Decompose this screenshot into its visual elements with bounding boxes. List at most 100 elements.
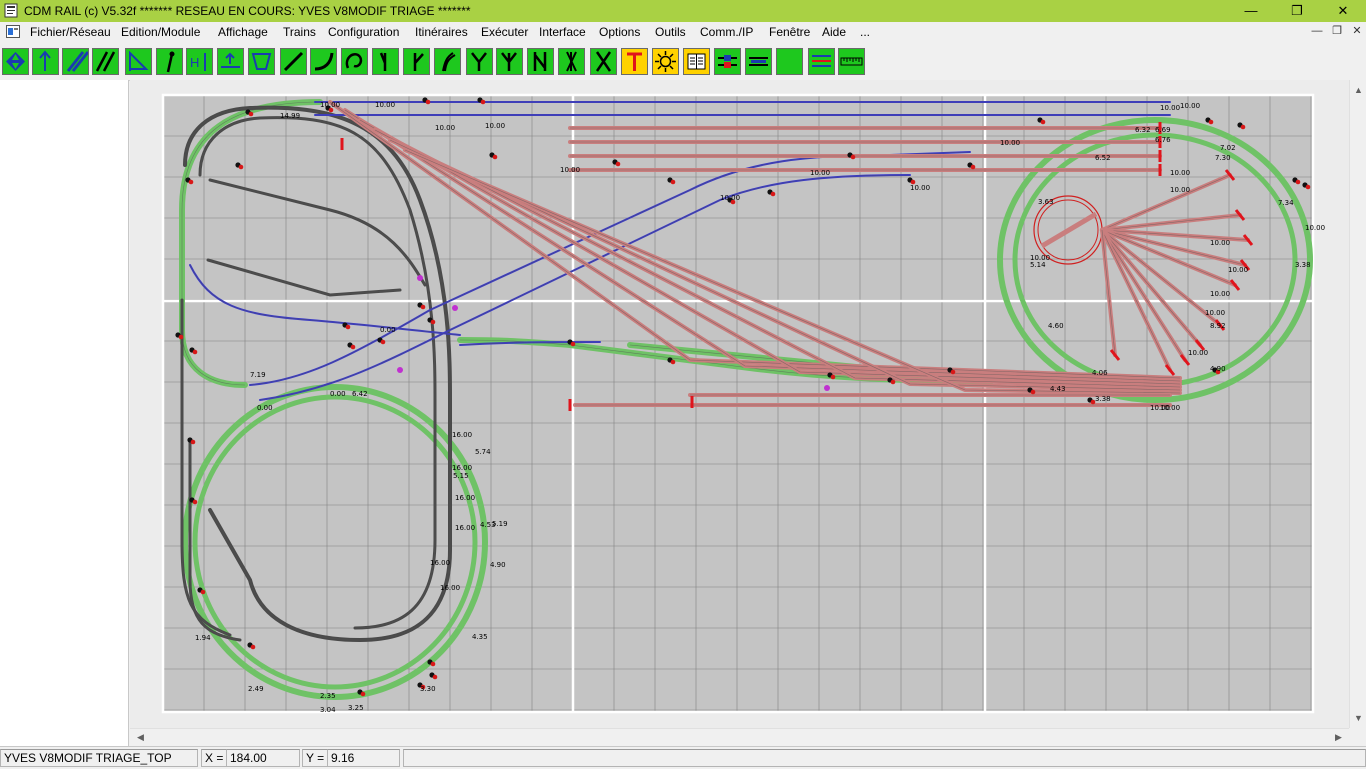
turnout-left-tool-button[interactable]: [372, 48, 399, 75]
track-end-tool-button[interactable]: [621, 48, 648, 75]
straight-track-tool-button[interactable]: [280, 48, 307, 75]
menu-more[interactable]: ...: [860, 25, 870, 39]
document-icon[interactable]: [6, 25, 20, 38]
book-icon: [687, 53, 706, 70]
zoom-diamond-tool-button[interactable]: [2, 48, 29, 75]
distance-label: 10.00: [435, 124, 455, 132]
menu-options[interactable]: Options: [599, 25, 640, 39]
mdi-close-button[interactable]: ✕: [1346, 23, 1366, 40]
menu-comm-ip[interactable]: Comm./IP: [700, 25, 753, 39]
signal-light: [178, 334, 184, 340]
scroll-right-arrow-icon[interactable]: ▶: [1330, 729, 1347, 746]
status-bar: YVES V8MODIF TRIAGE_TOP X = 184.00 Y = 9…: [0, 746, 1366, 769]
menu-affichage[interactable]: Affichage: [218, 25, 268, 39]
distance-label: 4.90: [1210, 365, 1226, 373]
track-layout-canvas[interactable]: 14.9910.00 10.0010.00 10.0010.0010.0010.00…: [130, 80, 1349, 728]
menu-itineraires[interactable]: Itinéraires: [415, 25, 468, 39]
horizontal-scrollbar[interactable]: ◀ ▶: [130, 728, 1349, 746]
track-end-icon: [627, 52, 642, 71]
sensor-tool-button[interactable]: [714, 48, 741, 75]
signal-light: [248, 111, 254, 117]
loop-track-tool-button[interactable]: [341, 48, 368, 75]
scroll-down-arrow-icon[interactable]: ▼: [1350, 710, 1366, 727]
status-empty-panel: [403, 749, 1366, 767]
straight-track-icon: [283, 51, 304, 72]
distance-label: 3.63: [1038, 198, 1054, 206]
distance-label: 10.00: [1228, 266, 1248, 274]
menu-edition[interactable]: Edition/Module: [121, 25, 200, 39]
minimize-button[interactable]: —: [1228, 0, 1274, 22]
menu-trains[interactable]: Trains: [283, 25, 316, 39]
vertical-scrollbar[interactable]: ▲ ▼: [1349, 80, 1366, 728]
curve-track-tool-button[interactable]: [310, 48, 337, 75]
height-tool-tool-button[interactable]: H: [186, 48, 213, 75]
distance-label: 3.38: [1095, 395, 1111, 403]
pen-tool-tool-button[interactable]: [62, 48, 89, 75]
turntable-tool-button[interactable]: [248, 48, 275, 75]
magenta-marker: [397, 367, 403, 373]
signal-light: [238, 164, 244, 170]
signal-light: [850, 154, 856, 160]
distance-label: 10.00: [1170, 169, 1190, 177]
mdi-minimize-button[interactable]: —: [1306, 23, 1328, 40]
angle-tool-icon: [129, 50, 149, 71]
curved-turnout-tool-button[interactable]: [434, 48, 461, 75]
turnout-left-icon: [379, 52, 387, 71]
pointer-person-tool-button[interactable]: [32, 48, 59, 75]
x-crossing-tool-button[interactable]: [590, 48, 617, 75]
menu-executer[interactable]: Exécuter: [481, 25, 528, 39]
distance-label: 6.32: [1135, 126, 1151, 134]
distance-label: 16.00: [452, 431, 472, 439]
ruler-tool-button[interactable]: [838, 48, 865, 75]
menu-fichier[interactable]: Fichier/Réseau: [30, 25, 111, 39]
distance-label: 10.00: [375, 101, 395, 109]
double-slip-tool-button[interactable]: [527, 48, 554, 75]
distance-label: 10.00: [1210, 239, 1230, 247]
block-tool-button[interactable]: [745, 48, 772, 75]
sun-lighting-tool-button[interactable]: [652, 48, 679, 75]
signal-pole-tool-button[interactable]: [156, 48, 183, 75]
close-button[interactable]: ✕: [1320, 0, 1366, 22]
turnout-right-tool-button[interactable]: [403, 48, 430, 75]
signal-light: [770, 191, 776, 197]
scroll-left-arrow-icon[interactable]: ◀: [132, 729, 149, 746]
menu-configuration[interactable]: Configuration: [328, 25, 399, 39]
distance-label: 10.00: [720, 194, 740, 202]
distance-label: 5.14: [1030, 261, 1046, 269]
distance-label: 7.34: [1278, 199, 1294, 207]
distance-label: 4.60: [1048, 322, 1064, 330]
mdi-restore-button[interactable]: ❐: [1326, 23, 1348, 40]
menu-fenetre[interactable]: Fenêtre: [769, 25, 810, 39]
signal-light: [250, 644, 256, 650]
distance-label: 2.35: [320, 692, 336, 700]
double-track-tool-button[interactable]: [92, 48, 119, 75]
distance-label: 0.00: [330, 390, 346, 398]
sensor-icon: [718, 55, 737, 68]
menu-outils[interactable]: Outils: [655, 25, 686, 39]
platform-tool-button[interactable]: [217, 48, 244, 75]
distance-label: 10.00: [1210, 290, 1230, 298]
layer-lines-tool-button[interactable]: [808, 48, 835, 75]
curve-track-icon: [314, 52, 334, 71]
book-tool-button[interactable]: [683, 48, 710, 75]
blank-green-tool-button[interactable]: [776, 48, 803, 75]
crossing-tool-button[interactable]: [558, 48, 585, 75]
distance-label: 10.00: [1000, 139, 1020, 147]
layout-canvas-area[interactable]: 14.99 10.00 10.00 10.00 10.00 10.00 10.00 10.00…: [130, 80, 1349, 728]
scroll-up-arrow-icon[interactable]: ▲: [1350, 82, 1366, 99]
distance-label: 10.00: [1188, 349, 1208, 357]
maximize-button[interactable]: ❐: [1274, 0, 1320, 22]
toolbar: H: [0, 44, 1366, 81]
status-x-value: 184.00: [227, 749, 300, 767]
menu-aide[interactable]: Aide: [822, 25, 846, 39]
distance-label: 4.35: [472, 633, 488, 641]
angle-tool-tool-button[interactable]: [125, 48, 152, 75]
three-way-turnout-tool-button[interactable]: [496, 48, 523, 75]
distance-label: 5.19: [492, 520, 508, 528]
distance-label: 7.30: [1215, 154, 1231, 162]
signal-light: [1240, 124, 1246, 130]
wye-turnout-tool-button[interactable]: [466, 48, 493, 75]
block-icon: [749, 57, 768, 66]
menu-interface[interactable]: Interface: [539, 25, 586, 39]
status-layout-name: YVES V8MODIF TRIAGE_TOP: [0, 749, 198, 767]
